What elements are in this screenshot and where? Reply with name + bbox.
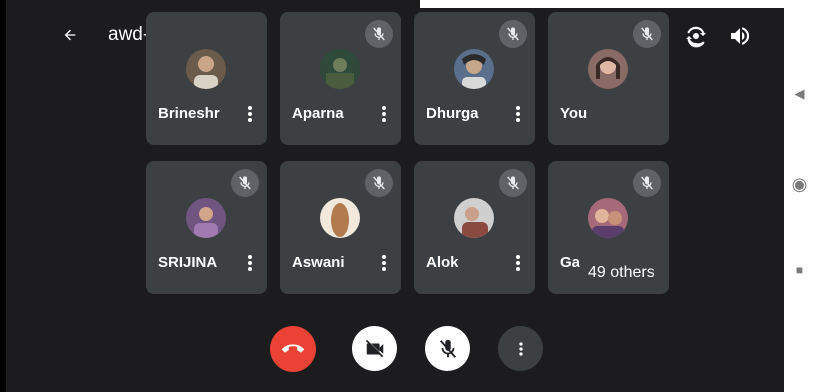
participant-name: Ga <box>560 254 581 271</box>
mic-off-badge <box>633 20 661 48</box>
participant-name: Alok <box>426 254 459 271</box>
volume-icon <box>731 27 750 45</box>
nav-recents-button[interactable]: ■ <box>784 263 815 277</box>
others-count-badge: 49 others <box>578 257 665 289</box>
back-button[interactable] <box>62 20 78 51</box>
participant-name: Dhurga <box>426 105 479 122</box>
avatar <box>454 198 494 238</box>
mic-off-icon <box>507 27 519 41</box>
switch-camera-button[interactable] <box>684 24 708 48</box>
participant-name: SRIJINA <box>158 254 218 271</box>
participant-name: Aparna <box>292 105 344 122</box>
videocam-off-icon <box>365 339 383 357</box>
nav-home-button[interactable]: ◉ <box>784 174 815 195</box>
avatar <box>588 198 628 238</box>
end-call-button[interactable] <box>270 326 316 372</box>
mic-toggle-button[interactable] <box>425 326 470 371</box>
mic-off-badge <box>365 20 393 48</box>
status-strip <box>420 0 800 8</box>
participant-tile[interactable]: You <box>548 12 669 145</box>
participant-tile[interactable]: Aparna <box>280 12 401 145</box>
arrow-back-icon <box>64 29 76 41</box>
avatar <box>186 198 226 238</box>
mic-off-badge <box>499 169 527 197</box>
participant-name: Aswani <box>292 254 345 271</box>
more-options-button[interactable] <box>247 104 253 124</box>
more-options-button[interactable] <box>381 253 387 273</box>
nav-back-button[interactable]: ◀ <box>784 86 815 102</box>
others-tile[interactable]: Ga 49 others <box>548 161 669 294</box>
more-options-button[interactable] <box>498 326 543 371</box>
speaker-button[interactable] <box>728 24 752 48</box>
android-nav-bar: ◀ ◉ ■ <box>784 0 815 392</box>
more-vert-icon <box>518 341 523 356</box>
mic-off-icon <box>507 176 519 190</box>
meet-screen: awd-ukqw-ync ▸ Brineshr Aparna Dhurga <box>6 0 784 392</box>
more-options-button[interactable] <box>515 104 521 124</box>
camera-toggle-button[interactable] <box>352 326 397 371</box>
participant-name: Brineshr <box>158 105 220 122</box>
avatar <box>320 49 360 89</box>
mic-off-icon <box>641 176 653 190</box>
switch-camera-icon <box>686 26 706 48</box>
mic-off-icon <box>239 176 251 190</box>
mic-off-icon <box>439 339 456 358</box>
participant-tile[interactable]: Dhurga <box>414 12 535 145</box>
call-end-icon <box>282 344 304 353</box>
more-options-button[interactable] <box>381 104 387 124</box>
avatar <box>454 49 494 89</box>
avatar <box>320 198 360 238</box>
avatar <box>588 49 628 89</box>
mic-off-icon <box>373 27 385 41</box>
avatar <box>186 49 226 89</box>
mic-off-icon <box>373 176 385 190</box>
mic-off-badge <box>633 169 661 197</box>
participant-name: You <box>560 105 588 122</box>
mic-off-badge <box>231 169 259 197</box>
mic-off-icon <box>641 27 653 41</box>
more-options-button[interactable] <box>247 253 253 273</box>
participant-tile[interactable]: Aswani <box>280 161 401 294</box>
more-options-button[interactable] <box>515 253 521 273</box>
mic-off-badge <box>499 20 527 48</box>
mic-off-badge <box>365 169 393 197</box>
participant-tile[interactable]: Alok <box>414 161 535 294</box>
participant-tile[interactable]: SRIJINA <box>146 161 267 294</box>
participant-tile[interactable]: Brineshr <box>146 12 267 145</box>
